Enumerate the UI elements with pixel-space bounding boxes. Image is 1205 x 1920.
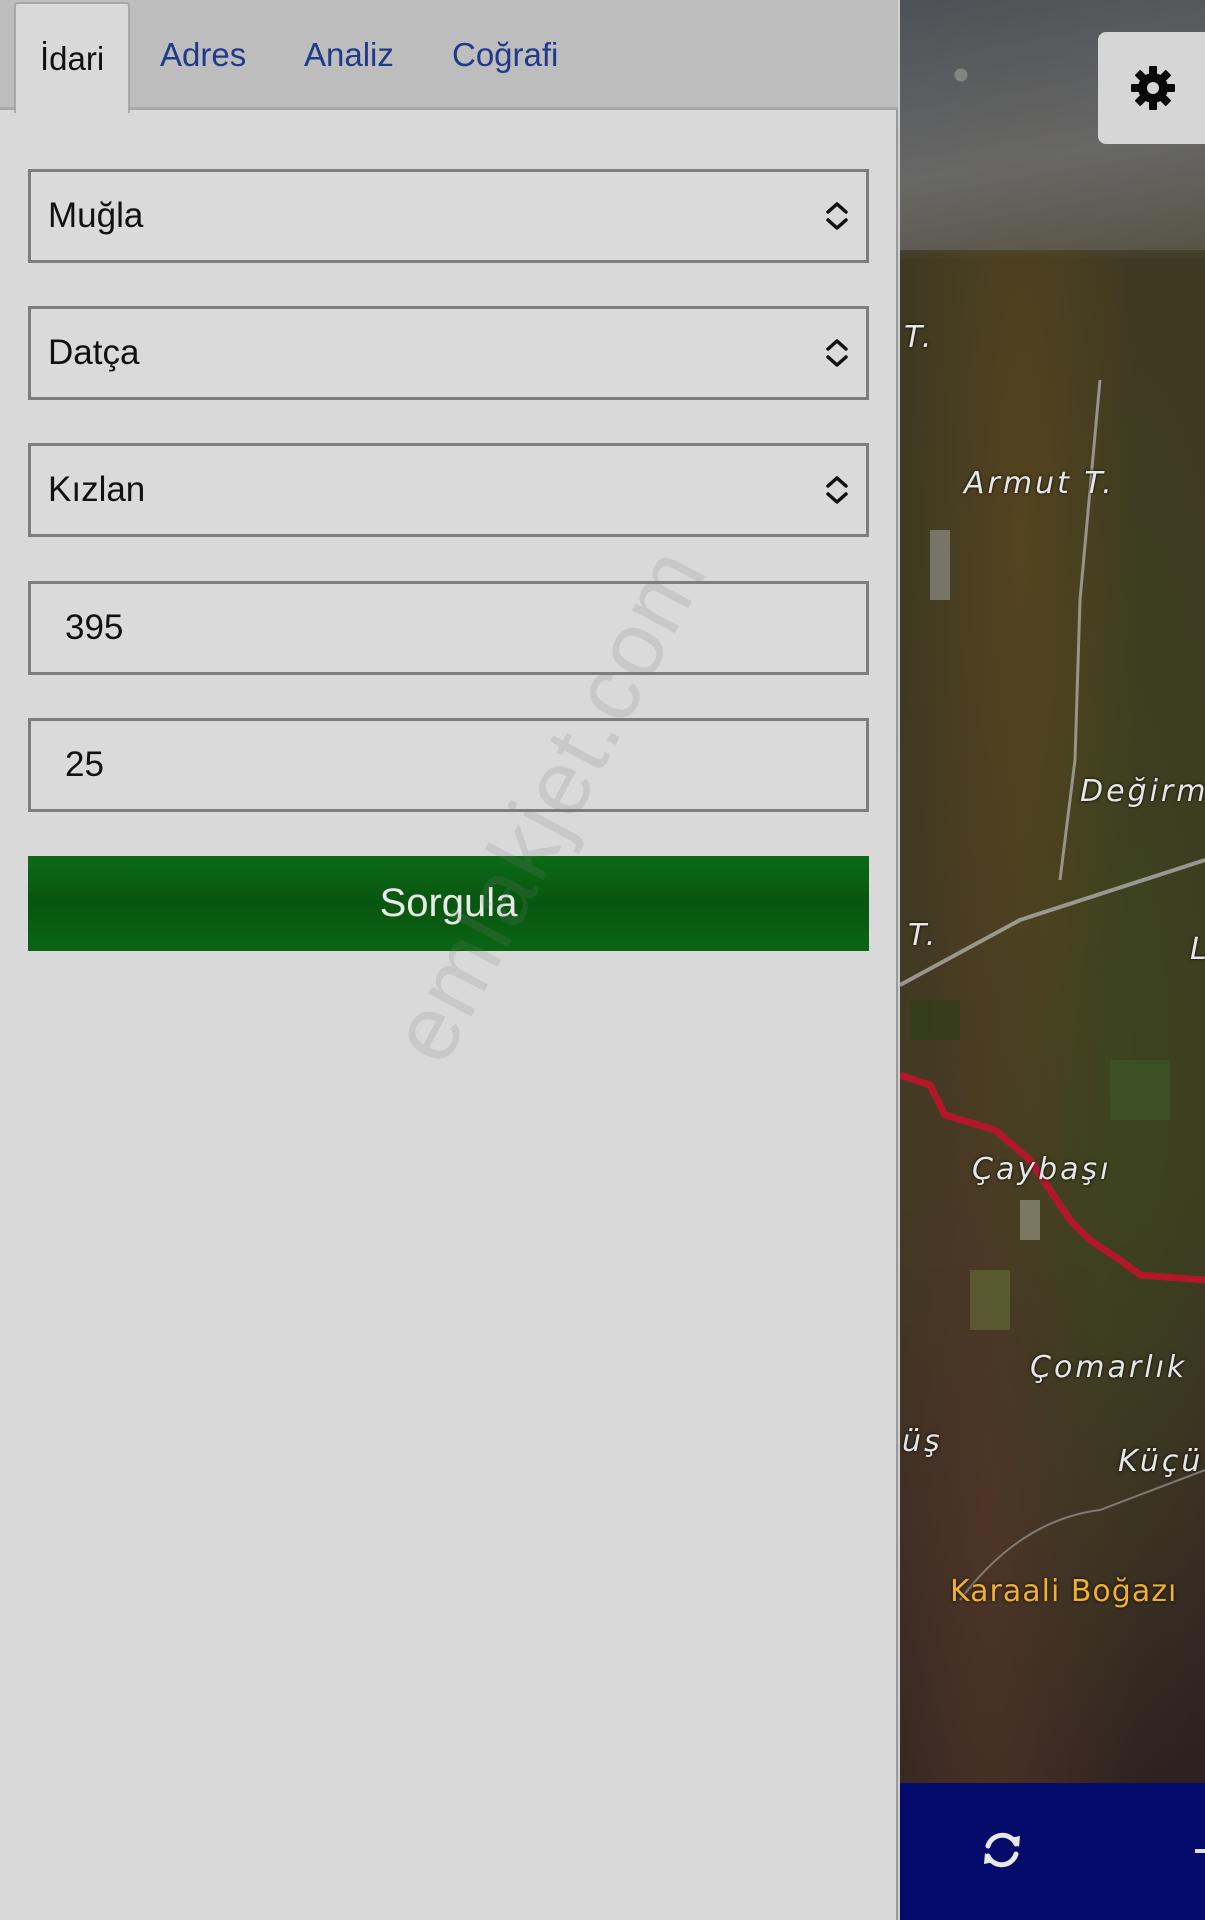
chevron-updown-icon xyxy=(826,476,848,504)
parcel-number-value: 25 xyxy=(65,745,104,784)
district-value: Datça xyxy=(48,333,140,372)
query-panel: İdari Adres Analiz Coğrafi Muğla Datça K… xyxy=(0,0,898,1920)
map-label: üş xyxy=(902,1424,943,1459)
map-label: Küçü xyxy=(1118,1444,1204,1479)
neighborhood-value: Kızlan xyxy=(48,470,146,509)
tab-cografi[interactable]: Coğrafi xyxy=(452,20,558,90)
map-label: T. xyxy=(908,918,939,953)
map-label: L xyxy=(1190,932,1205,967)
gear-icon xyxy=(1131,66,1175,110)
tab-adres[interactable]: Adres xyxy=(160,20,246,90)
query-button[interactable]: Sorgula xyxy=(28,856,869,951)
map-label: T. xyxy=(904,320,935,355)
map-label: Armut T. xyxy=(964,466,1115,501)
block-number-input[interactable]: 395 xyxy=(28,581,869,675)
refresh-icon[interactable] xyxy=(980,1828,1024,1872)
parcel-number-input[interactable]: 25 xyxy=(28,718,869,812)
toolbar-edge-icon[interactable] xyxy=(1195,1849,1205,1853)
map-toolbar xyxy=(900,1783,1205,1920)
chevron-updown-icon xyxy=(826,339,848,367)
map-overlay xyxy=(900,379,1205,1601)
district-select[interactable]: Datça xyxy=(28,306,869,400)
tab-analiz[interactable]: Analiz xyxy=(304,20,394,90)
province-value: Muğla xyxy=(48,196,144,235)
tab-bar: İdari Adres Analiz Coğrafi xyxy=(0,0,898,113)
block-number-value: 395 xyxy=(65,608,124,647)
map-label: Değirm xyxy=(1080,774,1205,809)
map-label: Çaybaşı xyxy=(972,1152,1112,1187)
tab-idari[interactable]: İdari xyxy=(14,2,131,113)
province-select[interactable]: Muğla xyxy=(28,169,869,263)
satellite-map[interactable]: T. Armut T. Değirm T. L Çaybaşı Çomarlık… xyxy=(900,0,1205,1783)
chevron-updown-icon xyxy=(826,202,848,230)
settings-button[interactable] xyxy=(1098,32,1205,144)
map-label: Karaali Boğazı xyxy=(950,1574,1178,1609)
map-label: Çomarlık xyxy=(1030,1350,1188,1385)
neighborhood-select[interactable]: Kızlan xyxy=(28,443,869,537)
